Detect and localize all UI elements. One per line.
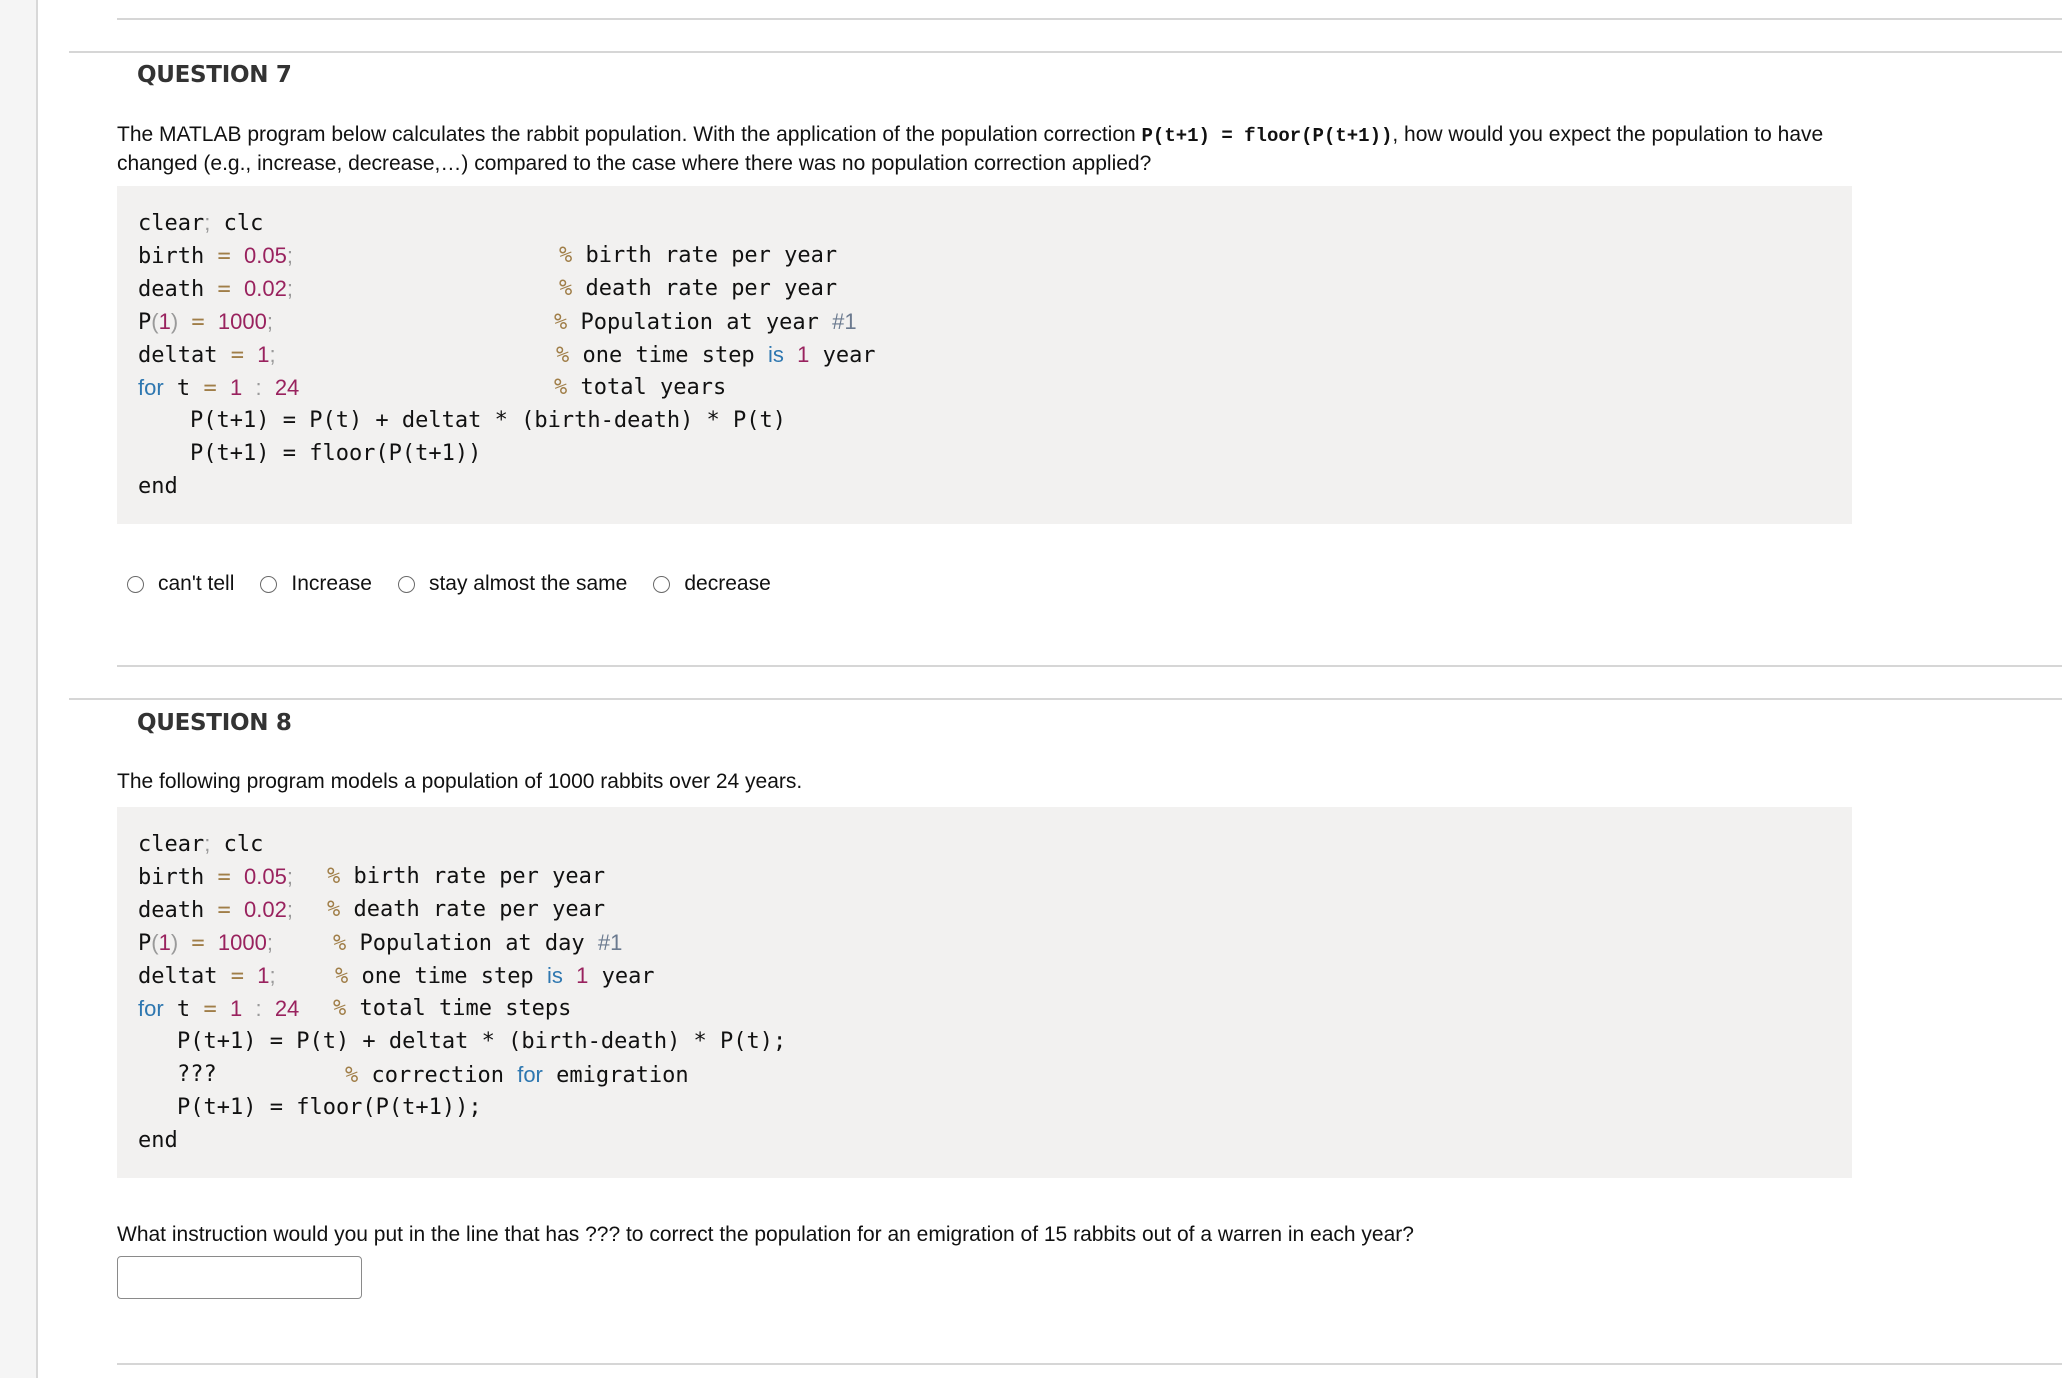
question-prompt: The following program models a populatio… (117, 770, 803, 793)
code-line: P(t+1) = P(t) + deltat * (birth-death) *… (190, 408, 787, 433)
code-line: deltat = 1;% one time step is 1 year (138, 963, 655, 989)
divider (69, 698, 2062, 700)
followup-question: What instruction would you put in the li… (117, 1223, 1414, 1246)
answer-options: can't tell Increase stay almost the same… (127, 572, 797, 596)
code-line: P(1) = 1000;% Population at year #1 (138, 309, 857, 335)
code-line: for t = 1 : 24% total time steps (138, 996, 572, 1022)
radio-button[interactable] (260, 575, 278, 593)
radio-button[interactable] (127, 575, 144, 593)
divider (69, 51, 2062, 53)
question-prompt: The MATLAB program below calculates the … (117, 121, 1877, 177)
code-line: P(t+1) = P(t) + deltat * (birth-death) *… (177, 1029, 787, 1054)
code-line: birth = 0.05;% birth rate per year (138, 243, 838, 269)
answer-input[interactable] (117, 1256, 362, 1299)
prompt-inline-code: P(t+1) = floor(P(t+1)) (1141, 125, 1393, 147)
code-line: P(t+1) = floor(P(t+1)) (190, 441, 482, 466)
code-line: deltat = 1;% one time step is 1 year (138, 342, 876, 368)
radio-label: stay almost the same (428, 572, 628, 595)
radio-button[interactable] (653, 575, 671, 593)
radio-label: can't tell (158, 572, 235, 595)
code-line: death = 0.02;% death rate per year (138, 276, 838, 302)
code-line: P(t+1) = floor(P(t+1)); (177, 1095, 482, 1120)
code-line: ???% correction for emigration (177, 1062, 689, 1088)
code-line: for t = 1 : 24% total years (138, 375, 727, 401)
code-line: P(1) = 1000;% Population at day #1 (138, 930, 623, 956)
radio-option-cant-tell[interactable]: can't tell (127, 572, 234, 596)
question-title: QUESTION 7 (137, 62, 292, 88)
code-line: end (138, 474, 178, 499)
radio-option-increase[interactable]: Increase (260, 572, 372, 596)
prompt-text: The MATLAB program below calculates the … (117, 123, 1142, 146)
radio-label: decrease (684, 572, 771, 595)
radio-option-stay-same[interactable]: stay almost the same (397, 572, 628, 596)
question-title: QUESTION 8 (137, 710, 292, 736)
code-block: clear; clc birth = 0.05;% birth rate per… (117, 186, 1852, 524)
divider (117, 18, 2062, 20)
code-line: death = 0.02;% death rate per year (138, 897, 606, 923)
radio-button[interactable] (397, 575, 415, 593)
divider (117, 1363, 2062, 1365)
code-block: clear; clc birth = 0.05;% birth rate per… (117, 807, 1852, 1178)
divider (117, 665, 2062, 667)
radio-label: Increase (291, 572, 372, 595)
code-line: birth = 0.05;% birth rate per year (138, 864, 606, 890)
code-line: clear; clc (138, 831, 264, 857)
code-line: clear; clc (138, 210, 264, 236)
left-sidebar-strip (0, 0, 38, 1378)
radio-option-decrease[interactable]: decrease (653, 572, 771, 596)
code-line: end (138, 1128, 178, 1153)
